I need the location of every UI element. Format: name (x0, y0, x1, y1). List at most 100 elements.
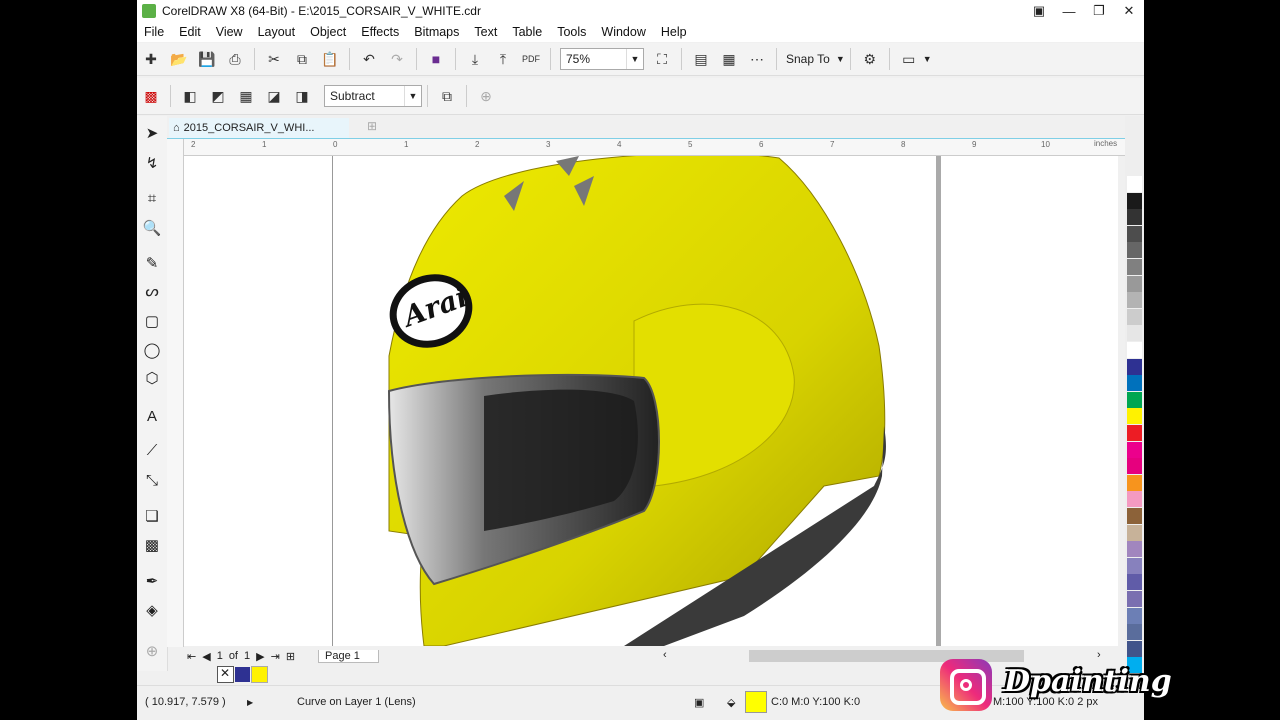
connector-tool-icon[interactable]: ⤡ (140, 468, 164, 492)
palette-swatch[interactable] (1127, 342, 1142, 358)
palette-swatch[interactable] (1127, 176, 1142, 192)
full-screen-icon[interactable]: ⛶ (650, 47, 674, 71)
palette-swatch[interactable] (1127, 624, 1142, 641)
document-tab[interactable]: ⌂ 2015_CORSAIR_V_WHI... (169, 118, 349, 138)
chevron-down-icon[interactable]: ▼ (923, 54, 932, 64)
lens-freeze-icon[interactable]: ◧ (178, 84, 202, 108)
menu-effects[interactable]: Effects (361, 25, 399, 39)
new-document-icon[interactable]: ✚ (139, 47, 163, 71)
parallel-dimension-icon[interactable]: ⟋ (140, 438, 164, 462)
snap-to-button[interactable]: Snap To (786, 52, 830, 66)
copy-icon[interactable]: ⧉ (290, 47, 314, 71)
export-icon[interactable]: ⤒ (491, 47, 515, 71)
horizontal-scrollbar[interactable]: ‹ › (659, 647, 1125, 665)
lens-frozen-icon[interactable]: ◪ (262, 84, 286, 108)
palette-swatch[interactable] (1127, 408, 1142, 425)
lens-edit-icon[interactable]: ◨ (290, 84, 314, 108)
application-launcher-icon[interactable]: ▭ (897, 47, 921, 71)
palette-swatch[interactable] (1127, 358, 1142, 375)
import-icon[interactable]: ⤓ (463, 47, 487, 71)
open-folder-icon[interactable]: 📂 (167, 47, 191, 71)
palette-swatch[interactable] (1127, 541, 1142, 558)
lens-mode-combo[interactable]: Subtract ▼ (324, 85, 422, 107)
chevron-down-icon[interactable]: ▼ (836, 54, 845, 64)
palette-swatch[interactable] (1127, 308, 1142, 325)
swatch-yellow[interactable] (251, 665, 268, 683)
palette-swatch[interactable] (1127, 508, 1142, 524)
save-icon[interactable]: 💾 (195, 47, 219, 71)
transparency-tool-icon[interactable]: ▩ (140, 533, 164, 557)
print-icon[interactable]: ⎙ (223, 47, 247, 71)
palette-swatch[interactable] (1127, 259, 1142, 275)
freehand-tool-icon[interactable]: ✎ (140, 251, 164, 275)
palette-swatch[interactable] (1127, 425, 1142, 441)
add-page-icon[interactable]: ⊞ (286, 650, 295, 663)
palette-swatch[interactable] (1127, 591, 1142, 607)
palette-swatch[interactable] (1127, 557, 1142, 574)
palette-swatch[interactable] (1127, 225, 1142, 242)
menu-layout[interactable]: Layout (258, 25, 296, 39)
publish-pdf-icon[interactable]: PDF (519, 47, 543, 71)
paste-icon[interactable]: 📋 (318, 47, 342, 71)
menu-tools[interactable]: Tools (557, 25, 586, 39)
rulers-icon[interactable]: ▤ (689, 47, 713, 71)
scroll-left-icon[interactable]: ‹ (663, 649, 667, 661)
fill-color-swatch[interactable] (745, 691, 767, 713)
no-fill-swatch[interactable]: ✕ (217, 665, 234, 683)
menu-text[interactable]: Text (474, 25, 497, 39)
gear-icon[interactable]: ⚙ (858, 47, 882, 71)
prev-page-icon[interactable]: ◀ (202, 650, 210, 663)
palette-swatch[interactable] (1127, 458, 1142, 475)
horizontal-ruler[interactable]: 2 1 0 1 2 3 4 5 6 7 8 9 10 inches (183, 139, 1127, 156)
menu-view[interactable]: View (216, 25, 243, 39)
palette-swatch[interactable] (1127, 192, 1142, 209)
add-tab-icon[interactable]: ⊞ (367, 119, 377, 133)
palette-swatch[interactable] (1127, 474, 1142, 491)
menu-help[interactable]: Help (661, 25, 687, 39)
ellipse-tool-icon[interactable]: ◯ (140, 338, 164, 362)
minimize-button[interactable]: — (1054, 0, 1084, 22)
zoom-level-combo[interactable]: 75% ▼ (560, 48, 644, 70)
color-palette[interactable] (1125, 116, 1144, 674)
transparency-icon[interactable]: ▩ (139, 84, 163, 108)
restore-button[interactable]: ❐ (1084, 0, 1114, 22)
swatch-blue[interactable] (235, 666, 250, 682)
last-page-icon[interactable]: ⇥ (271, 650, 280, 663)
menu-bitmaps[interactable]: Bitmaps (414, 25, 459, 39)
close-button[interactable]: ✕ (1114, 0, 1144, 22)
polygon-tool-icon[interactable]: ⬡ (140, 366, 164, 390)
palette-swatch[interactable] (1127, 325, 1142, 342)
pick-tool-icon[interactable]: ➤ (140, 121, 164, 145)
grid-icon[interactable]: ▦ (717, 47, 741, 71)
palette-swatch[interactable] (1127, 574, 1142, 591)
page-tab[interactable]: Page 1 (318, 649, 379, 663)
menu-edit[interactable]: Edit (179, 25, 201, 39)
zoom-tool-icon[interactable]: 🔍 (140, 216, 164, 240)
menu-object[interactable]: Object (310, 25, 346, 39)
copy-lens-icon[interactable]: ⧉ (435, 84, 459, 108)
palette-swatch[interactable] (1127, 524, 1142, 541)
crop-tool-icon[interactable]: ⌗ (140, 186, 164, 210)
cut-icon[interactable]: ✂ (262, 47, 286, 71)
rectangle-tool-icon[interactable]: ▢ (140, 309, 164, 333)
search-content-icon[interactable]: ■ (424, 47, 448, 71)
helmet-artwork[interactable]: Arai (184, 156, 1118, 646)
palette-swatch[interactable] (1127, 491, 1142, 508)
lens-viewpoint-icon[interactable]: ◩ (206, 84, 230, 108)
palette-swatch[interactable] (1127, 607, 1142, 624)
undo-icon[interactable]: ↶ (357, 47, 381, 71)
menu-file[interactable]: File (144, 25, 164, 39)
first-page-icon[interactable]: ⇤ (187, 650, 196, 663)
palette-swatch[interactable] (1127, 275, 1142, 292)
drop-shadow-icon[interactable]: ❏ (140, 504, 164, 528)
palette-swatch[interactable] (1127, 375, 1142, 392)
palette-swatch[interactable] (1127, 292, 1142, 309)
shape-tool-icon[interactable]: ↯ (140, 151, 164, 175)
palette-swatch[interactable] (1127, 209, 1142, 226)
palette-swatch[interactable] (1127, 441, 1142, 458)
lens-remove-face-icon[interactable]: ▦ (234, 84, 258, 108)
scroll-right-icon[interactable]: › (1097, 649, 1101, 661)
eyedropper-icon[interactable]: ✒ (140, 569, 164, 593)
palette-swatch[interactable] (1127, 391, 1142, 408)
guidelines-icon[interactable]: ⋯ (745, 47, 769, 71)
